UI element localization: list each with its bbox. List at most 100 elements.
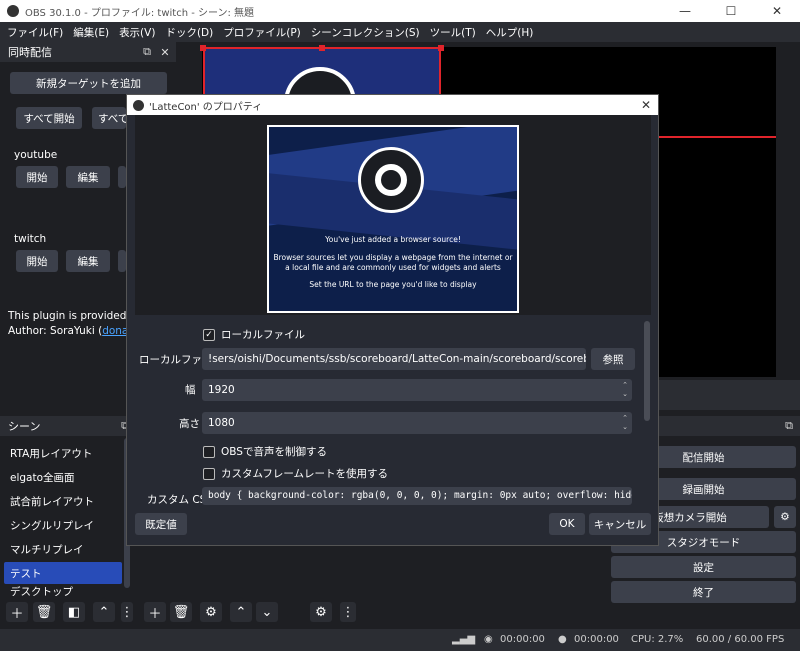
selection-border-right	[439, 47, 441, 97]
scene-filters-icon[interactable]: ◧	[63, 602, 85, 622]
menu-scene-collection[interactable]: シーンコレクション(S)	[306, 25, 425, 40]
menu-view[interactable]: 表示(V)	[114, 25, 160, 40]
move-down-icon[interactable]: ⌄	[256, 602, 278, 622]
custom-css-textarea[interactable]: body { background-color: rgba(0, 0, 0, 0…	[202, 487, 632, 505]
author-prefix: Author: SoraYuki (	[8, 325, 103, 337]
resize-handle[interactable]	[200, 45, 206, 51]
remove-source-icon[interactable]: 🗑	[170, 602, 192, 622]
preview-description-line1: Browser sources let you display a webpag…	[273, 253, 513, 262]
close-dock-icon[interactable]: ✕	[158, 46, 172, 59]
cpu-usage: CPU: 2.7%	[631, 634, 684, 645]
control-audio-label: OBSで音声を制御する	[221, 446, 327, 458]
minimize-button[interactable]: —	[662, 0, 708, 22]
target-name-youtube: youtube	[14, 149, 58, 161]
cancel-button[interactable]: キャンセル	[589, 513, 651, 535]
add-target-button[interactable]: 新規ターゲットを追加	[10, 72, 167, 94]
window-title: OBS 30.1.0 - プロファイル: twitch - シーン: 無題	[25, 7, 255, 19]
browse-button[interactable]: 参照	[591, 348, 635, 370]
stop-all-button[interactable]: すべて停止	[92, 107, 126, 129]
move-up-icon[interactable]: ⌃	[93, 602, 115, 622]
checkbox-unchecked-icon[interactable]	[203, 445, 215, 458]
dialog-scrollbar[interactable]	[644, 321, 650, 421]
control-audio-checkbox[interactable]: OBSで音声を制御する	[203, 444, 327, 459]
ok-button[interactable]: OK	[549, 513, 585, 535]
resize-handle[interactable]	[319, 45, 325, 51]
source-properties-icon[interactable]: ⚙	[200, 602, 222, 622]
undock-icon[interactable]: ⧉	[782, 419, 796, 433]
close-window-button[interactable]: ✕	[754, 0, 800, 22]
virtual-camera-settings-icon[interactable]: ⚙	[774, 506, 796, 528]
browser-source-preview: You've just added a browser source! Brow…	[267, 125, 519, 313]
menu-tools[interactable]: ツール(T)	[425, 25, 481, 40]
menu-file[interactable]: ファイル(F)	[2, 25, 68, 40]
advanced-audio-icon[interactable]: ⚙	[310, 602, 332, 622]
youtube-start-button[interactable]: 開始	[16, 166, 58, 188]
exit-button[interactable]: 終了	[611, 581, 796, 603]
add-scene-icon[interactable]: ＋	[6, 602, 28, 622]
local-file-checkbox[interactable]: ✓ ローカルファイル	[203, 327, 305, 342]
height-label: 高さ	[179, 418, 200, 430]
preview-heading: You've just added a browser source!	[325, 235, 461, 244]
spinner-icon[interactable]: ⌃ ⌄	[622, 381, 628, 399]
stream-time: 00:00:00	[500, 634, 545, 645]
scene-item[interactable]: elgato全画面	[4, 466, 122, 488]
scene-item[interactable]: マルチリプレイ	[4, 538, 122, 560]
preview-instruction: Set the URL to the page you'd like to di…	[309, 280, 477, 289]
checkbox-checked-icon[interactable]: ✓	[203, 328, 215, 341]
width-input[interactable]: 1920 ⌃ ⌄	[202, 379, 632, 401]
settings-button[interactable]: 設定	[611, 556, 796, 578]
scene-item[interactable]: シングルリプレイ	[4, 514, 122, 536]
multistream-dock-title: 同時配信	[8, 46, 52, 59]
plugin-author-text: Author: SoraYuki (donate)	[8, 325, 143, 337]
status-bar: ▂▄▆ ◉ 00:00:00 ● 00:00:00 CPU: 2.7% 60.0…	[0, 629, 800, 651]
checkbox-unchecked-icon[interactable]	[203, 467, 215, 480]
record-status-icon: ●	[558, 634, 567, 645]
local-file-checkbox-label: ローカルファイル	[221, 329, 305, 341]
stream-status-icon: ◉	[484, 634, 493, 645]
dialog-title: 'LatteCon' のプロパティ	[149, 101, 263, 113]
signal-icon: ▂▄▆	[452, 634, 476, 645]
menu-bar: ファイル(F) 編集(E) 表示(V) ドック(D) プロファイル(P) シーン…	[0, 22, 800, 42]
target-name-twitch: twitch	[14, 233, 47, 245]
audio-mixer-bar	[659, 380, 800, 410]
defaults-button[interactable]: 既定値	[135, 513, 187, 535]
more-options-icon[interactable]: ⋮	[121, 602, 134, 622]
preview-description-line2: a local file and are commonly used for w…	[285, 263, 501, 272]
local-file-path-input[interactable]: !sers/oishi/Documents/ssb/scoreboard/Lat…	[202, 348, 586, 370]
scenes-dock-header: シーン ⧉	[0, 416, 136, 436]
twitch-start-button[interactable]: 開始	[16, 250, 58, 272]
menu-dock[interactable]: ドック(D)	[160, 25, 218, 40]
scene-item[interactable]: 試合前レイアウト	[4, 490, 122, 512]
obs-logo-icon	[133, 99, 144, 111]
dialog-titlebar: 'LatteCon' のプロパティ ✕	[127, 95, 658, 115]
twitch-more-button[interactable]	[118, 250, 126, 272]
width-value: 1920	[208, 384, 235, 396]
spinner-icon[interactable]: ⌃ ⌄	[622, 414, 628, 432]
selection-guide-line	[659, 136, 776, 138]
youtube-more-button[interactable]	[118, 166, 126, 188]
scene-item[interactable]: デスクトップ	[4, 584, 122, 598]
scenes-dock: シーン ⧉ RTA用レイアウト elgato全画面 試合前レイアウト シングルリ…	[0, 416, 136, 628]
move-up-icon[interactable]: ⌃	[230, 602, 252, 622]
custom-fps-checkbox[interactable]: カスタムフレームレートを使用する	[203, 466, 388, 481]
youtube-edit-button[interactable]: 編集	[66, 166, 110, 188]
maximize-button[interactable]: ☐	[708, 0, 754, 22]
menu-profile[interactable]: プロファイル(P)	[218, 25, 306, 40]
menu-edit[interactable]: 編集(E)	[68, 25, 114, 40]
multistream-dock-header: 同時配信 ⧉ ✕	[0, 42, 176, 62]
height-value: 1080	[208, 417, 235, 429]
undock-icon[interactable]: ⧉	[140, 45, 154, 59]
menu-help[interactable]: ヘルプ(H)	[481, 25, 539, 40]
mixer-menu-icon[interactable]: ⋮	[340, 602, 356, 622]
record-time: 00:00:00	[574, 634, 619, 645]
resize-handle[interactable]	[438, 45, 444, 51]
twitch-edit-button[interactable]: 編集	[66, 250, 110, 272]
scene-item[interactable]: RTA用レイアウト	[4, 442, 122, 464]
start-all-button[interactable]: すべて開始	[16, 107, 82, 129]
close-dialog-icon[interactable]: ✕	[634, 98, 658, 112]
add-source-icon[interactable]: ＋	[144, 602, 166, 622]
remove-scene-icon[interactable]: 🗑	[33, 602, 55, 622]
custom-fps-label: カスタムフレームレートを使用する	[221, 468, 389, 480]
height-input[interactable]: 1080 ⌃ ⌄	[202, 412, 632, 434]
scene-item-selected[interactable]: テスト	[4, 562, 122, 584]
